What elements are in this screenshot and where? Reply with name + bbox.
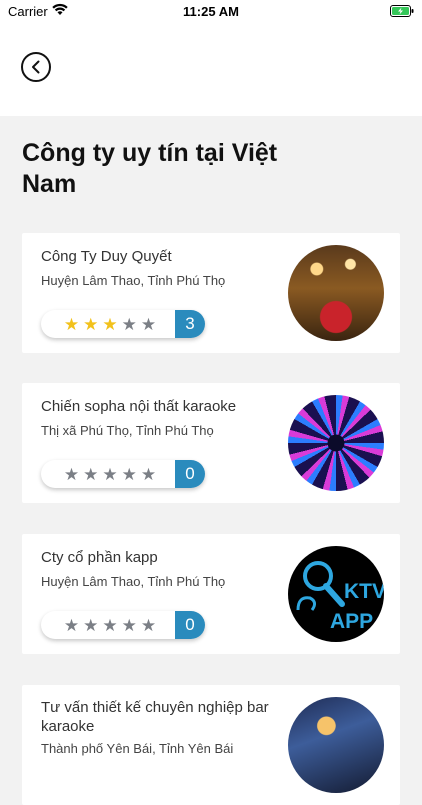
company-address: Thành phố Yên Bái, Tỉnh Yên Bái bbox=[41, 741, 234, 756]
battery-charging-icon bbox=[390, 5, 414, 17]
star-rating: ★ ★ ★ ★ ★ bbox=[41, 617, 175, 634]
ktv-app-logo: KTV APP bbox=[288, 546, 384, 642]
company-address: Huyện Lâm Thao, Tỉnh Phú Thọ bbox=[41, 574, 226, 589]
star-rating: ★ ★ ★ ★ ★ bbox=[41, 316, 175, 333]
star-icon: ★ bbox=[121, 314, 137, 334]
company-image bbox=[288, 245, 384, 341]
star-icon: ★ bbox=[102, 464, 118, 484]
star-icon: ★ bbox=[102, 314, 118, 334]
star-icon: ★ bbox=[83, 615, 99, 635]
star-icon: ★ bbox=[140, 464, 157, 484]
company-name: Chiến sopha nội thất karaoke bbox=[41, 398, 237, 415]
star-icon: ★ bbox=[140, 615, 157, 635]
company-address: Huyện Lâm Thao, Tỉnh Phú Thọ bbox=[41, 273, 226, 288]
rating-count-badge: 3 bbox=[175, 310, 205, 338]
star-icon: ★ bbox=[63, 464, 80, 484]
star-icon: ★ bbox=[121, 615, 137, 635]
microphone-icon: KTV APP bbox=[296, 561, 384, 633]
rating-count-badge: 0 bbox=[175, 460, 205, 488]
company-image bbox=[288, 697, 384, 793]
company-card[interactable]: Chiến sopha nội thất karaoke Thị xã Phú … bbox=[22, 383, 400, 503]
rating-widget[interactable]: ★ ★ ★ ★ ★ 0 bbox=[41, 611, 205, 639]
star-icon: ★ bbox=[102, 615, 118, 635]
star-icon: ★ bbox=[121, 464, 137, 484]
header bbox=[0, 24, 422, 116]
logo-text: APP bbox=[330, 610, 373, 633]
company-address: Thị xã Phú Thọ, Tỉnh Phú Thọ bbox=[41, 423, 214, 438]
back-button[interactable] bbox=[21, 52, 51, 82]
company-image bbox=[288, 395, 384, 491]
status-bar: Carrier 11:25 AM bbox=[0, 0, 422, 24]
star-icon: ★ bbox=[140, 314, 157, 334]
rating-count-badge: 0 bbox=[175, 611, 205, 639]
rating-widget[interactable]: ★ ★ ★ ★ ★ 3 bbox=[41, 310, 205, 338]
star-icon: ★ bbox=[83, 314, 99, 334]
star-icon: ★ bbox=[83, 464, 99, 484]
company-card[interactable]: Cty cổ phần kapp Huyện Lâm Thao, Tỉnh Ph… bbox=[22, 534, 400, 654]
company-card[interactable]: Công Ty Duy Quyết Huyện Lâm Thao, Tỉnh P… bbox=[22, 233, 400, 353]
chevron-left-icon bbox=[32, 60, 40, 74]
rating-widget[interactable]: ★ ★ ★ ★ ★ 0 bbox=[41, 460, 205, 488]
page-title: Công ty uy tín tại Việt Nam bbox=[22, 139, 278, 198]
logo-text: KTV bbox=[344, 580, 384, 603]
star-icon: ★ bbox=[63, 615, 80, 635]
company-name: Tư vấn thiết kế chuyên nghiệp bar karaok… bbox=[41, 699, 269, 735]
company-card[interactable]: Tư vấn thiết kế chuyên nghiệp bar karaok… bbox=[22, 685, 400, 805]
company-name: Công Ty Duy Quyết bbox=[41, 248, 172, 265]
clock: 11:25 AM bbox=[183, 4, 239, 19]
company-name: Cty cổ phần kapp bbox=[41, 549, 158, 566]
star-rating: ★ ★ ★ ★ ★ bbox=[41, 466, 175, 483]
star-icon: ★ bbox=[63, 314, 80, 334]
